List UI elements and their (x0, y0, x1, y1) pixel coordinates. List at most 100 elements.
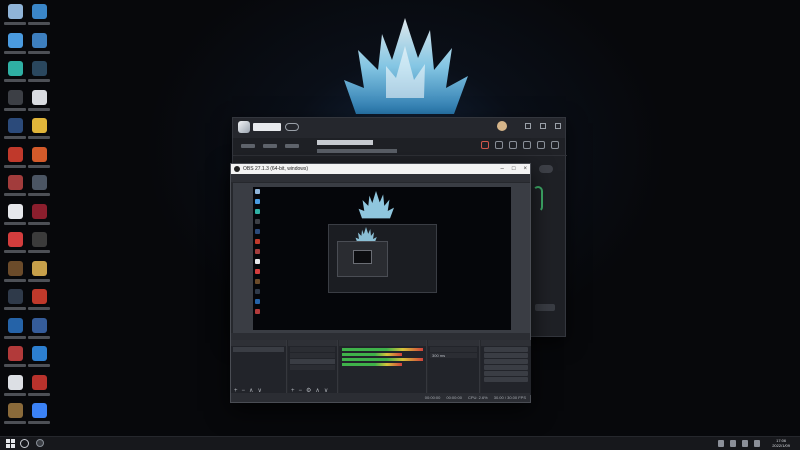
obs-window[interactable]: OBS 27.1.3 (64-bit, windows) – □ × + − ∧… (230, 163, 531, 403)
close-icon[interactable]: × (523, 165, 527, 173)
maximize-icon[interactable] (540, 123, 546, 129)
nav-tab[interactable] (263, 144, 277, 148)
minimize-icon[interactable]: – (501, 165, 504, 173)
desktop-shortcut-label (28, 335, 50, 339)
maximize-icon[interactable]: □ (512, 165, 516, 173)
preview-icon (255, 269, 260, 274)
desktop-shortcut[interactable] (26, 146, 52, 177)
livestream-app-titlebar[interactable] (233, 118, 565, 138)
control-panel-icon (31, 32, 47, 48)
source-item[interactable] (290, 353, 335, 358)
desktop-shortcut[interactable] (26, 260, 52, 291)
game-icon (7, 346, 23, 361)
transition-duration[interactable]: 300 ms (430, 353, 477, 358)
desktop-shortcut[interactable] (2, 32, 28, 63)
gift-icon[interactable] (523, 141, 531, 149)
desktop-shortcut[interactable] (2, 346, 28, 376)
taskbar-clock[interactable]: 17:06 2022/1/09 (772, 438, 790, 448)
volume-slider[interactable] (342, 363, 402, 366)
desktop-shortcut[interactable] (2, 260, 28, 291)
nav-tab[interactable] (241, 144, 255, 148)
desktop-shortcut[interactable] (26, 232, 52, 262)
side-toggle[interactable] (539, 165, 553, 173)
desktop-shortcut[interactable] (2, 232, 28, 262)
obs-preview[interactable] (233, 183, 530, 333)
desktop-shortcut[interactable] (2, 175, 28, 205)
source-item[interactable] (290, 365, 335, 370)
desktop-shortcut-label (4, 136, 26, 139)
avatar[interactable] (497, 121, 507, 131)
desktop-shortcut[interactable] (26, 175, 52, 205)
exit-button[interactable] (484, 377, 528, 382)
system-tray (718, 440, 760, 447)
desktop-shortcut[interactable] (26, 32, 52, 63)
desktop-shortcut[interactable] (26, 317, 52, 348)
side-button[interactable] (535, 304, 555, 311)
preview-icon (255, 259, 260, 264)
desktop-shortcut[interactable] (2, 203, 28, 234)
search-icon[interactable] (20, 439, 29, 448)
minimize-icon[interactable] (525, 123, 531, 129)
preview-icon (255, 249, 260, 254)
desktop-shortcut[interactable] (26, 374, 52, 405)
settings-button[interactable] (484, 371, 528, 376)
desktop-shortcut[interactable] (26, 346, 52, 376)
preview-icon (255, 199, 260, 204)
desktop-shortcut[interactable] (2, 374, 28, 405)
chevron-up-icon[interactable] (718, 440, 724, 447)
close-icon[interactable] (555, 123, 561, 129)
ime-icon[interactable] (754, 440, 760, 447)
mic-icon[interactable] (509, 141, 517, 149)
desktop-shortcut[interactable] (26, 203, 52, 234)
game-icon (31, 232, 47, 247)
clock-date: 2022/1/09 (772, 443, 790, 448)
source-item[interactable] (290, 359, 335, 364)
desktop-shortcut[interactable] (26, 289, 52, 319)
desktop-shortcut[interactable] (2, 118, 28, 148)
desktop-shortcut[interactable] (2, 61, 28, 91)
transition-select[interactable] (430, 347, 477, 352)
desktop-shortcut[interactable] (2, 289, 28, 319)
desktop-shortcut-label (4, 392, 26, 396)
status-time-live: 00:00:00 (424, 395, 441, 400)
scene-item[interactable] (233, 347, 284, 352)
virtual-camera-button[interactable] (484, 359, 528, 364)
steam-icon (31, 61, 47, 76)
record-icon[interactable] (481, 141, 489, 149)
desktop-shortcut[interactable] (2, 89, 28, 120)
obs-taskbar-icon[interactable] (36, 439, 44, 447)
desktop-shortcut[interactable] (26, 4, 52, 34)
volume-slider[interactable] (342, 353, 402, 356)
volume-icon[interactable] (742, 440, 748, 447)
desktop-shortcut[interactable] (2, 4, 28, 34)
desktop-shortcut[interactable] (26, 403, 52, 433)
chat-icon[interactable] (537, 141, 545, 149)
recycle-bin-icon (7, 4, 23, 19)
game-icon (7, 403, 23, 418)
desktop-shortcut[interactable] (26, 89, 52, 120)
game-icon (7, 289, 23, 304)
source-item[interactable] (290, 347, 335, 352)
desktop-shortcut-label (28, 79, 50, 82)
action-icons (481, 141, 559, 149)
game-icon (31, 203, 47, 219)
status-cpu: CPU: 2.6% (467, 395, 488, 400)
start-streaming-button[interactable] (484, 347, 528, 352)
preview-canvas (253, 187, 511, 330)
desktop-shortcut[interactable] (2, 317, 28, 348)
studio-mode-button[interactable] (484, 365, 528, 370)
nav-tab[interactable] (285, 144, 299, 148)
desktop-shortcut-label (28, 364, 50, 367)
windows-start-icon[interactable] (6, 439, 15, 448)
audio-mixer-dock (339, 340, 427, 395)
desktop-shortcut[interactable] (26, 118, 52, 148)
network-icon[interactable] (730, 440, 736, 447)
desktop-shortcut[interactable] (2, 146, 28, 177)
desktop-shortcut[interactable] (26, 61, 52, 91)
desktop-shortcut-label (28, 307, 50, 310)
obs-titlebar[interactable]: OBS 27.1.3 (64-bit, windows) – □ × (231, 164, 530, 174)
share-icon[interactable] (551, 141, 559, 149)
start-recording-button[interactable] (484, 353, 528, 358)
desktop-shortcut[interactable] (2, 403, 28, 433)
lock-icon[interactable] (495, 141, 503, 149)
